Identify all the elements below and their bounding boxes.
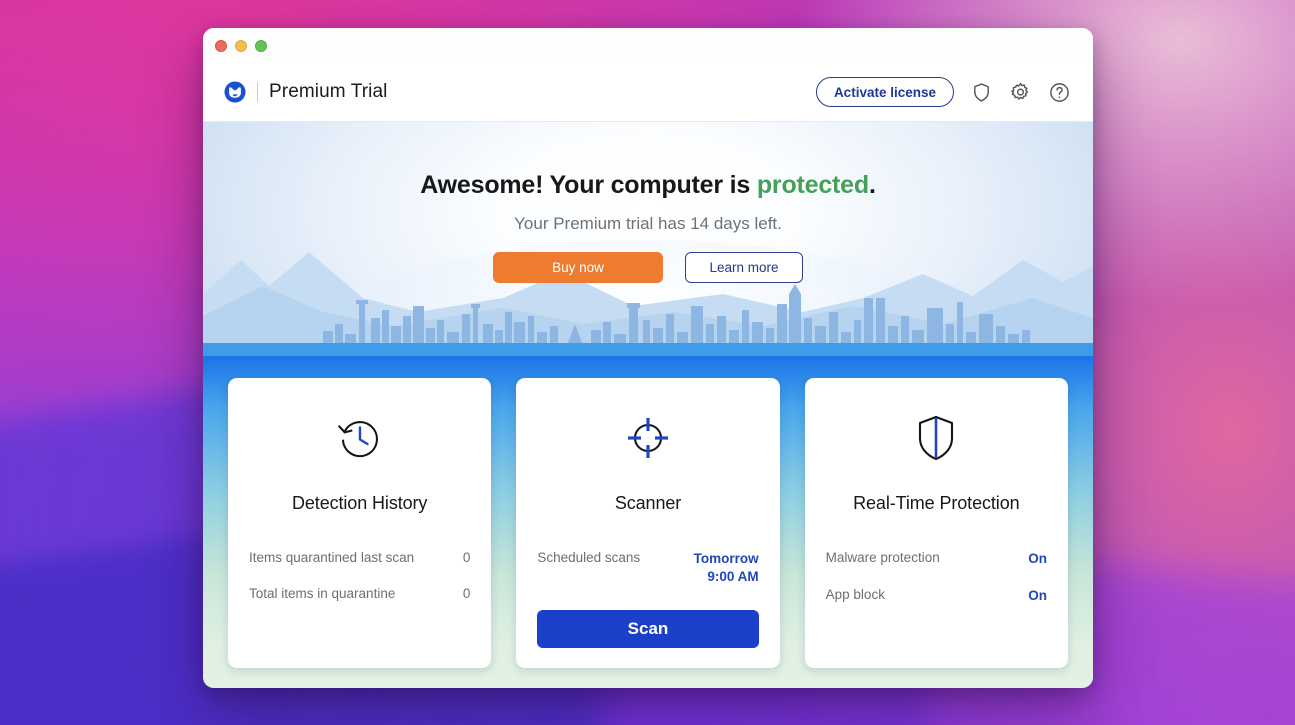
card-title-real-time-protection: Real-Time Protection [853,493,1020,513]
help-icon[interactable] [1048,81,1071,104]
row-value: On [1028,588,1047,604]
card-action-scanner: Scan [537,600,759,648]
malwarebytes-logo-icon [224,81,246,103]
row-value: Tomorrow 9:00 AM [693,551,759,585]
app-header: Premium Trial Activate license [203,63,1093,122]
gear-icon[interactable] [1009,81,1032,104]
desktop-wallpaper: Premium Trial Activate license Awesome! … [0,0,1295,725]
hero-headline-prefix: Awesome! Your computer is [420,171,757,199]
hero-headline: Awesome! Your computer is protected. [203,171,1093,200]
row-scheduled-scans: Scheduled scans Tomorrow 9:00 AM [537,546,758,590]
traffic-lights [215,40,267,52]
zoom-button[interactable] [255,40,267,52]
card-title-scanner: Scanner [614,493,682,513]
malwarebytes-app-window: Premium Trial Activate license Awesome! … [203,28,1093,688]
row-value: 0 [462,586,471,601]
brand-divider [257,82,258,102]
hero-buttons: Buy now Learn more [203,252,1093,283]
protection-status-word: protected [756,171,869,199]
row-total-items-in-quarantine: Total items in quarantine 0 [249,582,470,607]
row-items-quarantined-last-scan: Items quarantined last scan 0 [249,546,470,571]
hero-banner: Awesome! Your computer is protected. You… [203,122,1093,356]
buy-now-button[interactable]: Buy now [493,252,663,283]
trial-subtitle: Your Premium trial has 14 days left. [514,214,782,233]
crosshair-target-icon [537,408,758,468]
card-detection-history[interactable]: Detection History Items quarantined last… [228,378,492,668]
row-label: Items quarantined last scan [249,550,415,565]
hero-headline-suffix: . [868,171,876,199]
header-actions: Activate license [815,77,1071,107]
row-label: Malware protection [825,550,940,565]
row-label: Total items in quarantine [249,586,396,601]
scan-button[interactable]: Scan [537,610,759,648]
card-rows-scanner: Scheduled scans Tomorrow 9:00 AM [537,546,758,590]
row-label: App block [825,587,885,603]
row-malware-protection: Malware protection On [826,546,1047,572]
shield-protection-icon [826,408,1047,468]
card-title-detection-history: Detection History [291,493,428,513]
activate-license-button[interactable]: Activate license [815,77,954,107]
page-title: Premium Trial [269,81,388,102]
minimize-button[interactable] [235,40,247,52]
close-button[interactable] [215,40,227,52]
row-value: On [1028,551,1047,566]
history-clock-icon [249,408,470,468]
card-scanner[interactable]: Scanner Scheduled scans Tomorrow 9:00 AM… [516,378,780,668]
row-value: 0 [462,550,471,565]
row-app-block: App block On [826,583,1047,609]
shield-icon[interactable] [970,81,993,104]
row-label: Scheduled scans [537,550,641,565]
card-real-time-protection[interactable]: Real-Time Protection Malware protection … [804,378,1068,668]
card-rows-real-time-protection: Malware protection On App block On [826,546,1047,609]
hero-content: Awesome! Your computer is protected. You… [203,122,1093,283]
dashboard-cards: Detection History Items quarantined last… [203,356,1093,688]
learn-more-button[interactable]: Learn more [685,252,803,283]
brand: Premium Trial [224,81,387,103]
window-titlebar [203,28,1093,63]
card-rows-detection-history: Items quarantined last scan 0 Total item… [249,546,470,607]
